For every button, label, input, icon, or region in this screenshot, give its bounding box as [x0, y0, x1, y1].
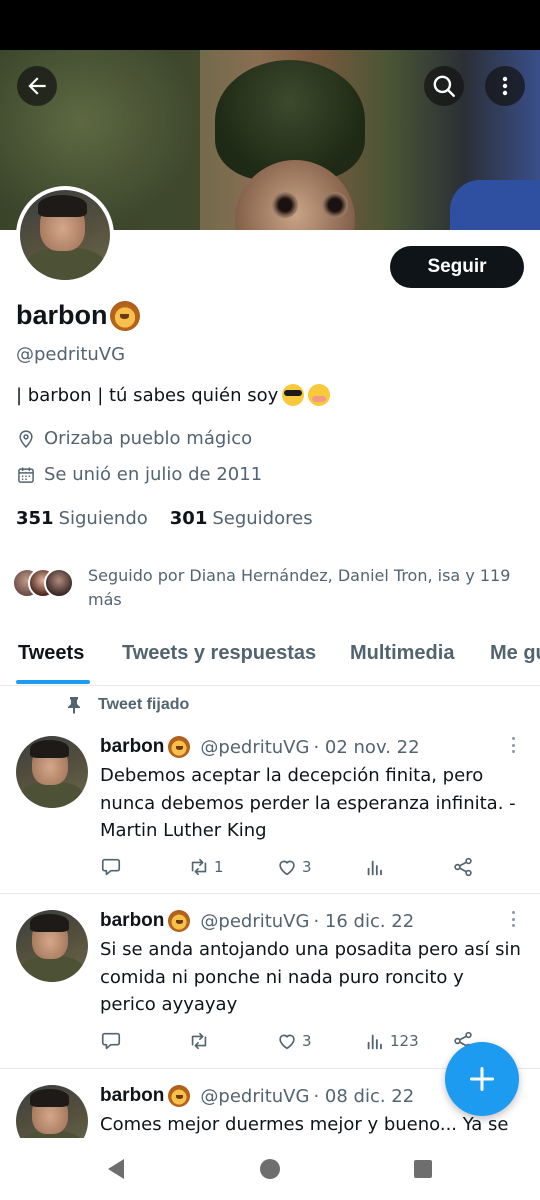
- bio-text: | barbon | tú sabes quién soy: [16, 384, 279, 406]
- plus-icon: [469, 1066, 495, 1092]
- followers-link[interactable]: 301 Seguidores: [170, 508, 313, 529]
- views-button[interactable]: [364, 856, 390, 878]
- display-name-text: barbon: [16, 300, 108, 330]
- followed-by-text: Seguido por Diana Hernández, Daniel Tron…: [88, 566, 511, 609]
- compose-tweet-button[interactable]: [445, 1042, 519, 1116]
- mini-avatar: [44, 568, 74, 598]
- reply-icon: [101, 1032, 121, 1050]
- tweet-header: barbon @pedrituVG · 08 dic. 22: [100, 1085, 414, 1107]
- retweet-count: 1: [214, 858, 224, 876]
- hand-over-mouth-emoji-icon: [308, 384, 331, 406]
- nav-recents-icon[interactable]: [414, 1160, 432, 1178]
- follower-avatars: [12, 564, 76, 598]
- retweet-icon: [191, 1032, 207, 1050]
- tweet-avatar[interactable]: [16, 736, 88, 808]
- tweet-author-name[interactable]: barbon: [100, 910, 164, 932]
- tweet-avatar[interactable]: [16, 1085, 88, 1138]
- profile-display-name: barbon: [16, 300, 140, 331]
- nav-home-icon[interactable]: [260, 1159, 280, 1179]
- pinned-tweet-label: Tweet fijado: [66, 696, 189, 714]
- lion-emoji-icon: [168, 736, 191, 758]
- like-button[interactable]: 3: [276, 1030, 312, 1052]
- lion-emoji-icon: [109, 300, 140, 331]
- retweet-button[interactable]: 1: [188, 856, 224, 878]
- tweet-date: · 02 nov. 22: [313, 736, 420, 758]
- tweet-author-name[interactable]: barbon: [100, 1085, 164, 1107]
- tweet-more-icon[interactable]: [506, 910, 520, 928]
- search-button[interactable]: [424, 66, 464, 106]
- heart-icon: [279, 1034, 295, 1050]
- calendar-icon: [18, 467, 34, 483]
- like-count: 3: [302, 1032, 312, 1050]
- tweet-author-name[interactable]: barbon: [100, 736, 164, 758]
- sunglasses-emoji-icon: [282, 384, 305, 406]
- like-count: 3: [302, 858, 312, 876]
- pin-icon: [68, 697, 80, 714]
- reply-button[interactable]: [100, 856, 122, 878]
- pinned-label-text: Tweet fijado: [98, 696, 190, 713]
- profile-tabs: Tweets Tweets y respuestas Multimedia Me…: [0, 630, 540, 686]
- reply-button[interactable]: [100, 1030, 122, 1052]
- profile-bio: | barbon | tú sabes quién soy: [16, 384, 331, 406]
- status-bar: [0, 0, 540, 50]
- tweet-text: Si se anda antojando una posadita pero a…: [100, 939, 521, 1015]
- followers-label: Seguidores: [212, 508, 313, 529]
- tweet-date: · 08 dic. 22: [313, 1085, 415, 1107]
- location-pin-icon: [19, 429, 33, 448]
- views-button[interactable]: 123: [364, 1030, 419, 1052]
- more-vertical-icon: [502, 76, 508, 96]
- back-button[interactable]: [17, 66, 57, 106]
- arrow-left-icon: [28, 77, 46, 95]
- tweet-more-icon[interactable]: [506, 736, 520, 754]
- profile-join-date: Se unió en julio de 2011: [16, 464, 262, 485]
- reply-icon: [101, 858, 121, 876]
- profile-location: Orizaba pueblo mágico: [16, 428, 252, 449]
- lion-emoji-icon: [168, 910, 191, 932]
- follow-button[interactable]: Seguir: [390, 246, 524, 288]
- tweet-header: barbon @pedrituVG · 16 dic. 22: [100, 910, 414, 932]
- tweet-actions: 3 123: [100, 1030, 500, 1054]
- tweet-actions: 1 3: [100, 856, 500, 880]
- search-icon: [433, 75, 455, 97]
- tweet-date: · 16 dic. 22: [313, 910, 415, 932]
- lion-emoji-icon: [168, 1085, 191, 1107]
- views-count: 123: [390, 1032, 419, 1050]
- tweet-text: Comes mejor duermes mejor y bueno... Ya …: [100, 1114, 509, 1135]
- tab-tweets[interactable]: Tweets: [18, 642, 84, 665]
- location-text: Orizaba pueblo mágico: [44, 428, 253, 449]
- following-label: Siguiendo: [58, 508, 148, 529]
- tab-tweets-and-replies[interactable]: Tweets y respuestas: [122, 642, 316, 665]
- like-button[interactable]: 3: [276, 856, 312, 878]
- tweet-text: Debemos aceptar la decepción finita, per…: [100, 765, 516, 841]
- tweet-header: barbon @pedrituVG · 02 nov. 22: [100, 736, 420, 758]
- nav-back-icon[interactable]: [106, 1158, 126, 1180]
- tweet-author-handle: @pedrituVG: [200, 910, 310, 932]
- retweet-icon: [191, 858, 207, 876]
- following-count: 351: [16, 508, 54, 529]
- tweet-divider: [0, 893, 540, 894]
- active-tab-indicator: [16, 680, 90, 684]
- bar-chart-icon: [367, 860, 382, 876]
- tab-media[interactable]: Multimedia: [350, 642, 454, 665]
- followed-by-row[interactable]: Seguido por Diana Hernández, Daniel Tron…: [12, 564, 527, 612]
- follow-counts: 351 Siguiendo 301 Seguidores: [16, 508, 313, 529]
- followers-count: 301: [169, 508, 208, 529]
- profile-handle: @pedrituVG: [16, 344, 126, 365]
- join-date-text: Se unió en julio de 2011: [44, 464, 263, 485]
- tweet-avatar[interactable]: [16, 910, 88, 982]
- heart-icon: [279, 860, 295, 876]
- tweet-author-handle: @pedrituVG: [200, 1085, 310, 1107]
- tab-likes[interactable]: Me gusta: [490, 642, 540, 665]
- bar-chart-icon: [367, 1034, 382, 1050]
- more-options-button[interactable]: [485, 66, 525, 106]
- following-link[interactable]: 351 Siguiendo: [16, 508, 148, 529]
- system-nav-bar: [0, 1138, 540, 1200]
- retweet-button[interactable]: [188, 1030, 214, 1052]
- tweet-author-handle: @pedrituVG: [200, 736, 310, 758]
- share-button[interactable]: [452, 856, 474, 878]
- profile-avatar[interactable]: [16, 186, 114, 284]
- share-icon: [454, 857, 472, 877]
